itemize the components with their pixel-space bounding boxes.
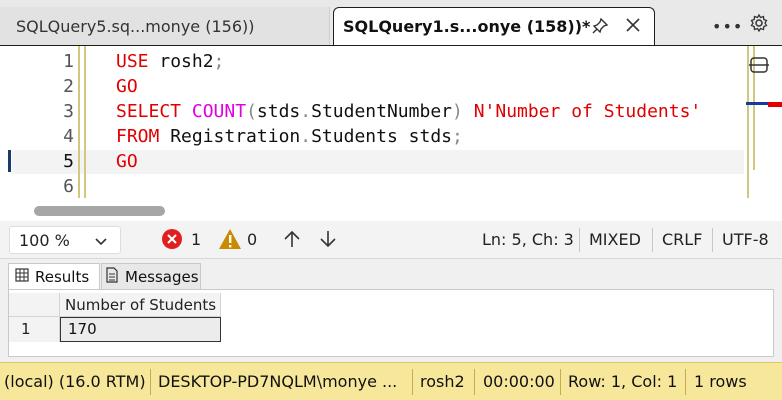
row-count: 1 rows (694, 372, 747, 391)
identifier: stds (256, 101, 301, 122)
identifier: Registration (170, 126, 301, 147)
divider (150, 369, 151, 395)
code-line-2[interactable]: GO (116, 76, 138, 97)
semicolon: ; (213, 51, 225, 72)
keyword: GO (116, 151, 138, 172)
divider (579, 228, 580, 252)
identifier: stds (408, 126, 452, 147)
code-line-1[interactable]: USE rosh2; (116, 51, 224, 72)
results-tabs: Results Messages (0, 259, 782, 289)
encoding[interactable]: UTF-8 (722, 230, 769, 249)
chevron-down-icon (94, 233, 108, 252)
divider (412, 369, 413, 395)
results-grid[interactable]: Number of Students 1 170 (8, 289, 774, 357)
tab-sqlquery5[interactable]: SQLQuery5.sq...monye (156)) (0, 7, 330, 45)
semicolon: ; (452, 126, 463, 147)
document-tab-strip: SQLQuery5.sq...monye (156)) SQLQuery1.s.… (0, 0, 782, 45)
identifier: StudentNumber (311, 101, 452, 122)
arrow-up-icon[interactable] (282, 229, 302, 253)
row-header[interactable]: 1 (9, 317, 60, 342)
function: COUNT (191, 101, 247, 122)
divider (652, 228, 653, 252)
query-editor[interactable]: 1 2 3 4 5 6 USE rosh2; GO SELECT COUNT(s… (0, 45, 782, 222)
ellipsis-icon[interactable]: ••• (712, 17, 743, 36)
tab-messages[interactable]: Messages (101, 263, 201, 289)
line-number: 1 (63, 51, 74, 72)
error-count[interactable]: 1 (191, 230, 201, 249)
grid-cell[interactable]: 170 (60, 317, 221, 342)
change-bar (78, 46, 80, 198)
divider (474, 369, 475, 395)
messages-icon (105, 266, 119, 287)
identifier: rosh2 (148, 51, 214, 72)
zoom-dropdown[interactable]: 100 % (9, 226, 121, 254)
query-status-bar: (local) (16.0 RTM) DESKTOP-PD7NQLM\monye… (0, 362, 782, 400)
elapsed-time: 00:00:00 (483, 372, 555, 391)
line-ending[interactable]: CRLF (662, 230, 702, 249)
keyword: SELECT (116, 101, 182, 122)
warning-count[interactable]: 0 (247, 230, 257, 249)
grid-corner[interactable] (9, 293, 60, 317)
line-number: 4 (63, 126, 74, 147)
split-editor-icon[interactable] (748, 54, 770, 80)
paren: ( (246, 101, 257, 122)
dot: . (300, 101, 312, 122)
arrow-down-icon[interactable] (318, 229, 338, 253)
grid-icon (15, 267, 29, 286)
divider (712, 228, 713, 252)
keyword: FROM (116, 126, 160, 147)
row-col-info: Row: 1, Col: 1 (568, 372, 678, 391)
cursor-position[interactable]: Ln: 5, Ch: 3 (482, 230, 574, 249)
code-line-3[interactable]: SELECT COUNT(stds.StudentNumber) N'Numbe… (116, 101, 701, 122)
line-number: 6 (63, 176, 74, 197)
divider (685, 369, 686, 395)
close-icon[interactable] (624, 16, 642, 38)
scrollbar-thumb[interactable] (34, 206, 165, 216)
pin-icon[interactable] (591, 17, 609, 39)
tab-label: SQLQuery1.s...onye (158))* (343, 17, 591, 36)
tab-sqlquery1[interactable]: SQLQuery1.s...onye (158))* (333, 7, 655, 45)
user-info: DESKTOP-PD7NQLM\monye ... (158, 372, 398, 391)
gear-icon[interactable] (749, 13, 769, 37)
zoom-value: 100 % (19, 230, 70, 250)
dot: . (300, 126, 312, 147)
line-number: 5 (63, 151, 74, 172)
line-number: 3 (63, 101, 74, 122)
tab-label: Messages (125, 267, 199, 286)
change-bar (84, 46, 86, 198)
error-icon[interactable] (161, 228, 183, 254)
column-header[interactable]: Number of Students (60, 293, 221, 317)
string-literal: N'Number of Students' (473, 101, 702, 122)
database-name: rosh2 (420, 372, 465, 391)
line-number: 2 (63, 76, 74, 97)
minimap-indicator (746, 102, 782, 107)
whitespace-mode[interactable]: MIXED (589, 230, 641, 249)
code-line-4[interactable]: FROM Registration.Students stds; (116, 126, 463, 147)
code-line-5[interactable]: GO (116, 151, 138, 172)
server-info: (local) (16.0 RTM) (4, 372, 146, 391)
tab-results[interactable]: Results (8, 263, 100, 289)
keyword: GO (116, 76, 138, 97)
keyword: USE (116, 51, 149, 72)
editor-status-strip: 100 % 1 0 Ln: 5, Ch: 3 MIXED CRLF UTF-8 (0, 221, 782, 259)
tab-label: Results (35, 267, 90, 286)
divider (560, 369, 561, 395)
warning-icon[interactable] (218, 228, 242, 254)
tab-label: SQLQuery5.sq...monye (156)) (16, 16, 255, 36)
paren: ) (452, 101, 463, 122)
identifier: Students (311, 126, 398, 147)
current-line-marker (8, 150, 11, 172)
